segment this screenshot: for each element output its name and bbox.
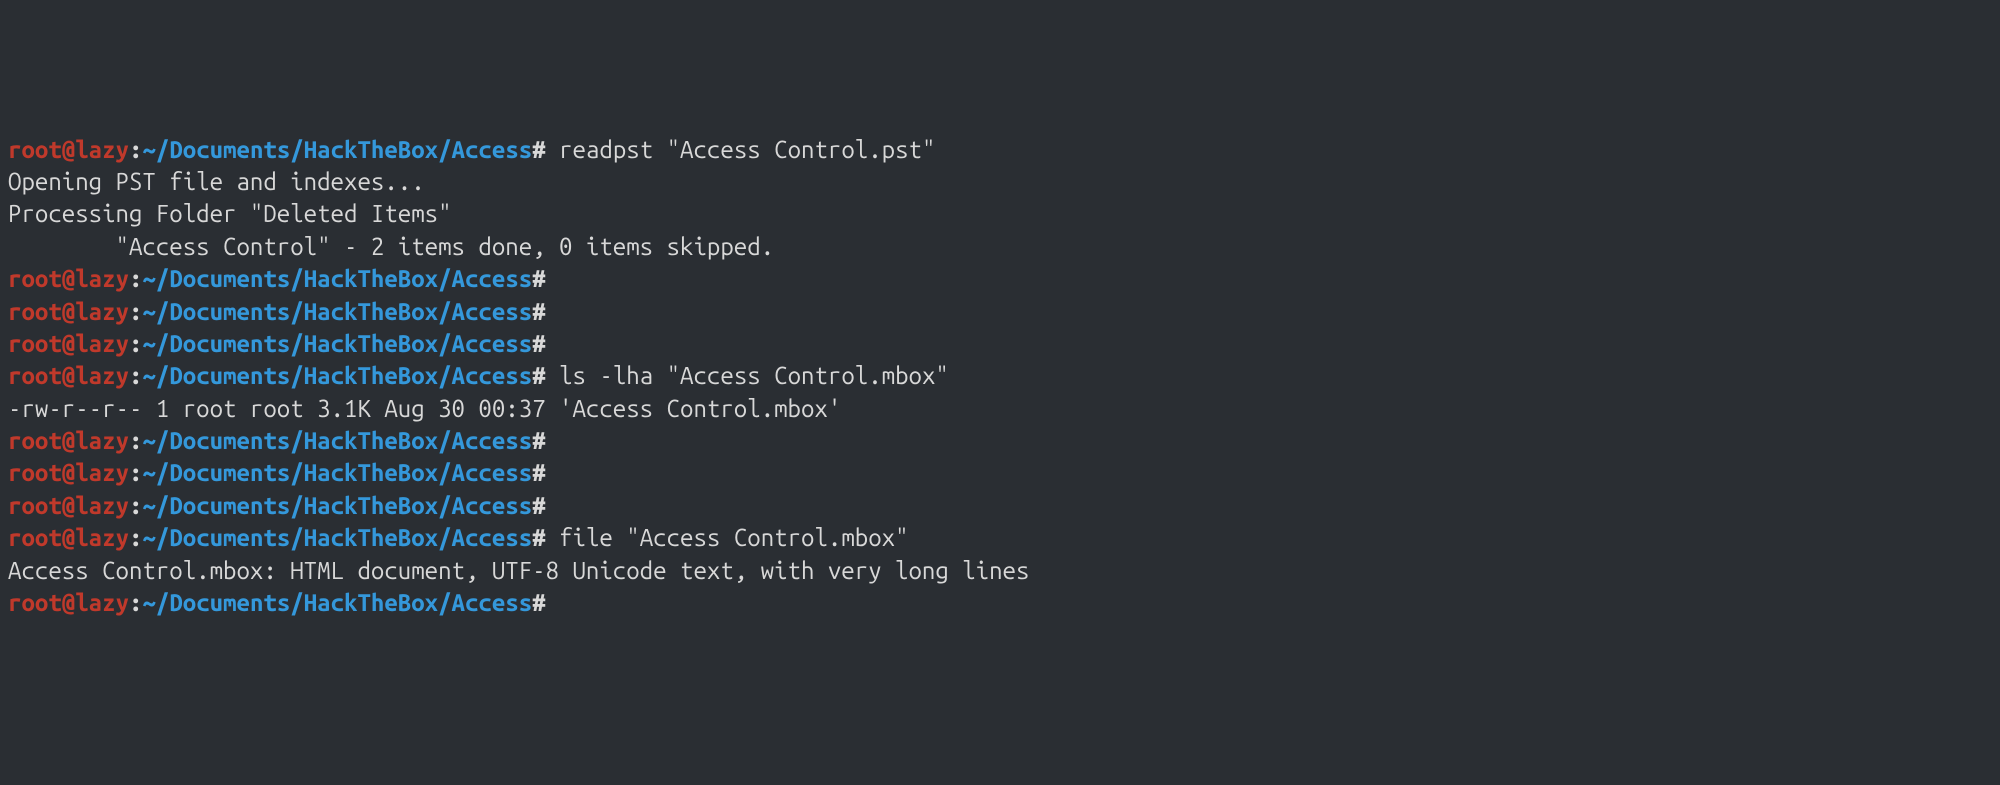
terminal-line: root@lazy:~/Documents/HackTheBox/Access#: [8, 425, 1992, 457]
prompt-hash: #: [532, 524, 545, 551]
prompt-colon: :: [129, 589, 142, 616]
prompt-colon: :: [129, 298, 142, 325]
prompt-colon: :: [129, 492, 142, 519]
prompt-path: ~/Documents/HackTheBox/Access: [142, 265, 532, 292]
prompt-path: ~/Documents/HackTheBox/Access: [142, 136, 532, 163]
terminal-line: -rw-r--r-- 1 root root 3.1K Aug 30 00:37…: [8, 393, 1992, 425]
prompt-at: @: [62, 136, 75, 163]
prompt-at: @: [62, 330, 75, 357]
prompt-path: ~/Documents/HackTheBox/Access: [142, 330, 532, 357]
prompt-user: root: [8, 298, 62, 325]
prompt-at: @: [62, 298, 75, 325]
prompt-user: root: [8, 492, 62, 519]
prompt-hash: #: [532, 136, 545, 163]
terminal-line: root@lazy:~/Documents/HackTheBox/Access#: [8, 328, 1992, 360]
terminal-output[interactable]: root@lazy:~/Documents/HackTheBox/Access#…: [8, 134, 1992, 620]
prompt-path: ~/Documents/HackTheBox/Access: [142, 298, 532, 325]
prompt-hash: #: [532, 492, 545, 519]
terminal-line: root@lazy:~/Documents/HackTheBox/Access#…: [8, 134, 1992, 166]
prompt-host: lazy: [75, 265, 129, 292]
command-text: file "Access Control.mbox": [546, 524, 909, 551]
prompt-host: lazy: [75, 298, 129, 325]
prompt-at: @: [62, 427, 75, 454]
prompt-host: lazy: [75, 524, 129, 551]
terminal-line: Processing Folder "Deleted Items": [8, 198, 1992, 230]
prompt-at: @: [62, 362, 75, 389]
output-text: "Access Control" - 2 items done, 0 items…: [8, 233, 774, 260]
output-text: Processing Folder "Deleted Items": [8, 200, 452, 227]
prompt-at: @: [62, 589, 75, 616]
prompt-at: @: [62, 524, 75, 551]
prompt-at: @: [62, 265, 75, 292]
terminal-line: "Access Control" - 2 items done, 0 items…: [8, 231, 1992, 263]
prompt-user: root: [8, 459, 62, 486]
terminal-line: root@lazy:~/Documents/HackTheBox/Access#…: [8, 360, 1992, 392]
prompt-user: root: [8, 524, 62, 551]
prompt-hash: #: [532, 330, 545, 357]
prompt-at: @: [62, 492, 75, 519]
prompt-user: root: [8, 136, 62, 163]
command-text: readpst "Access Control.pst": [546, 136, 936, 163]
prompt-hash: #: [532, 459, 545, 486]
terminal-line: Access Control.mbox: HTML document, UTF-…: [8, 555, 1992, 587]
terminal-line: root@lazy:~/Documents/HackTheBox/Access#: [8, 296, 1992, 328]
prompt-host: lazy: [75, 330, 129, 357]
prompt-hash: #: [532, 362, 545, 389]
output-text: Opening PST file and indexes...: [8, 168, 425, 195]
prompt-colon: :: [129, 524, 142, 551]
prompt-host: lazy: [75, 136, 129, 163]
prompt-host: lazy: [75, 589, 129, 616]
prompt-user: root: [8, 427, 62, 454]
prompt-colon: :: [129, 136, 142, 163]
prompt-hash: #: [532, 589, 545, 616]
terminal-line: root@lazy:~/Documents/HackTheBox/Access#: [8, 587, 1992, 619]
prompt-hash: #: [532, 265, 545, 292]
prompt-host: lazy: [75, 362, 129, 389]
prompt-colon: :: [129, 330, 142, 357]
prompt-colon: :: [129, 265, 142, 292]
prompt-path: ~/Documents/HackTheBox/Access: [142, 362, 532, 389]
output-text: -rw-r--r-- 1 root root 3.1K Aug 30 00:37…: [8, 395, 841, 422]
prompt-host: lazy: [75, 492, 129, 519]
prompt-colon: :: [129, 362, 142, 389]
terminal-line: root@lazy:~/Documents/HackTheBox/Access#: [8, 457, 1992, 489]
prompt-path: ~/Documents/HackTheBox/Access: [142, 459, 532, 486]
prompt-colon: :: [129, 459, 142, 486]
terminal-line: Opening PST file and indexes...: [8, 166, 1992, 198]
prompt-host: lazy: [75, 427, 129, 454]
prompt-path: ~/Documents/HackTheBox/Access: [142, 427, 532, 454]
prompt-host: lazy: [75, 459, 129, 486]
command-text: ls -lha "Access Control.mbox": [546, 362, 949, 389]
output-text: Access Control.mbox: HTML document, UTF-…: [8, 557, 1029, 584]
prompt-path: ~/Documents/HackTheBox/Access: [142, 589, 532, 616]
prompt-at: @: [62, 459, 75, 486]
prompt-hash: #: [532, 427, 545, 454]
prompt-colon: :: [129, 427, 142, 454]
prompt-hash: #: [532, 298, 545, 325]
prompt-path: ~/Documents/HackTheBox/Access: [142, 492, 532, 519]
terminal-line: root@lazy:~/Documents/HackTheBox/Access#: [8, 490, 1992, 522]
terminal-line: root@lazy:~/Documents/HackTheBox/Access#…: [8, 522, 1992, 554]
prompt-user: root: [8, 330, 62, 357]
prompt-user: root: [8, 589, 62, 616]
prompt-user: root: [8, 265, 62, 292]
terminal-line: root@lazy:~/Documents/HackTheBox/Access#: [8, 263, 1992, 295]
prompt-path: ~/Documents/HackTheBox/Access: [142, 524, 532, 551]
prompt-user: root: [8, 362, 62, 389]
